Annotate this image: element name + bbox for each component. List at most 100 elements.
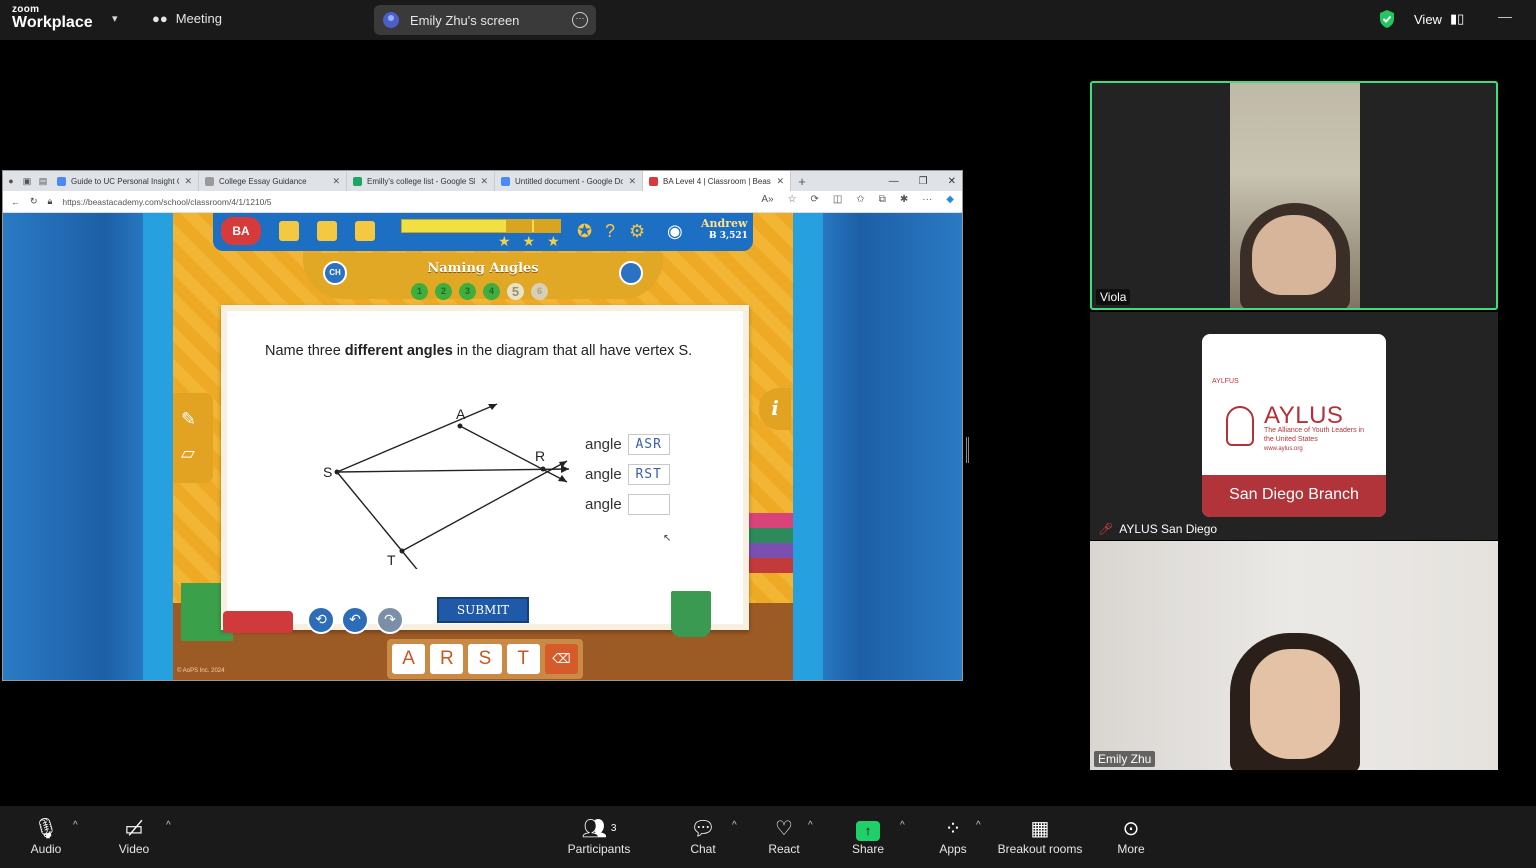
mug-decoration — [671, 591, 711, 637]
video-icon[interactable] — [355, 221, 375, 241]
problem-card: Name three different angles in the diagr… — [221, 305, 749, 630]
beast-academy-game: BA ★★★ ✪ ? ⚙ ◉ Andrew Ƀ 3,521 CH Naming … — [173, 213, 793, 680]
back-icon[interactable]: ← — [11, 197, 20, 207]
undo-icon[interactable]: ↶ — [341, 606, 369, 634]
close-tab-icon[interactable]: ✕ — [776, 176, 784, 187]
react-options-caret-icon[interactable]: ^ — [808, 820, 813, 831]
favicon-icon — [205, 176, 214, 186]
tab-actions-icon[interactable]: ▤ — [35, 171, 51, 191]
answer-input[interactable] — [627, 494, 670, 515]
video-tile-aylus[interactable]: AYLFUS AYLUS The Alliance of Youth Leade… — [1090, 312, 1498, 540]
new-tab-icon[interactable]: + — [791, 171, 813, 191]
url-field[interactable]: https://beastacademy.com/school/classroo… — [62, 197, 271, 207]
close-tab-icon[interactable]: ✕ — [480, 176, 488, 187]
key-s[interactable]: S — [468, 644, 502, 674]
layout-icon: ▮▯ — [1449, 11, 1465, 26]
refresh-icon[interactable]: ↻ — [30, 196, 38, 207]
profile-icon[interactable]: ● — [3, 171, 19, 191]
favorites-icon[interactable]: ✩ — [856, 194, 864, 205]
browser-tab[interactable]: Emilly's college list - Google She ✕ — [347, 171, 495, 191]
favicon-icon — [57, 176, 66, 186]
redo-icon[interactable]: ↷ — [376, 606, 404, 634]
panel-splitter-handle[interactable] — [966, 437, 969, 463]
app-menu-chevron-icon[interactable]: ▾ — [112, 12, 118, 25]
participants-button[interactable]: 👥︎ 3 Participants — [559, 816, 639, 856]
browser-tab[interactable]: Guide to UC Personal Insight Qu ✕ — [51, 171, 199, 191]
menu-dots-icon[interactable]: ··· — [922, 194, 932, 205]
ba-logo[interactable]: BA — [221, 217, 261, 245]
drawing-tools[interactable]: ✎ ▱ — [173, 393, 213, 483]
lesson-title: Naming Angles — [427, 261, 539, 276]
read-aloud-icon[interactable]: A» — [761, 194, 773, 205]
awards-icon[interactable]: ✪ — [577, 221, 592, 242]
eraser-icon[interactable]: ▱ — [181, 443, 195, 464]
problem-dot[interactable]: 6 — [531, 283, 548, 300]
collections-icon[interactable]: ⧉ — [879, 194, 886, 205]
close-tab-icon[interactable]: ✕ — [628, 176, 636, 187]
answer-row: angle — [585, 494, 670, 515]
breakout-rooms-button[interactable]: ▦ Breakout rooms — [990, 816, 1090, 856]
screen-share-indicator[interactable]: Emily Zhu's screen ··· — [374, 5, 596, 35]
video-off-icon: ▭̸ — [124, 818, 144, 840]
problem-dot[interactable]: 4 — [483, 283, 500, 300]
video-button[interactable]: ▭̸ Video — [94, 816, 174, 856]
audio-options-caret-icon[interactable]: ^ — [73, 820, 78, 831]
browser-tab-bar: ● ▣ ▤ Guide to UC Personal Insight Qu ✕ … — [3, 171, 962, 191]
problem-dot-current[interactable]: 5 — [507, 283, 524, 300]
window-close-icon[interactable]: ✕ — [948, 176, 956, 187]
key-r[interactable]: R — [430, 644, 464, 674]
submit-button[interactable]: SUBMIT — [437, 597, 529, 623]
home-icon[interactable] — [279, 221, 299, 241]
browser-tab-active[interactable]: BA Level 4 | Classroom | Beast A ✕ — [643, 171, 791, 191]
problem-dot[interactable]: 2 — [435, 283, 452, 300]
more-button[interactable]: ⊙ More — [1091, 816, 1171, 856]
help-icon[interactable]: ? — [605, 221, 615, 242]
favicon-icon — [649, 176, 658, 186]
minimize-icon[interactable]: — — [1498, 8, 1512, 24]
video-tile-emily[interactable]: Emily Zhu — [1090, 541, 1498, 770]
user-info[interactable]: Andrew Ƀ 3,521 — [701, 217, 748, 243]
workspaces-icon[interactable]: ▣ — [19, 171, 35, 191]
close-tab-icon[interactable]: ✕ — [332, 176, 340, 187]
window-minimize-icon[interactable]: — — [889, 176, 899, 187]
point-label-s: S — [323, 464, 332, 480]
answer-input[interactable]: ASR — [627, 434, 670, 455]
encryption-shield-icon[interactable] — [1378, 9, 1396, 29]
key-t[interactable]: T — [506, 644, 540, 674]
problem-dot[interactable]: 1 — [411, 283, 428, 300]
answer-input[interactable]: RST — [627, 464, 670, 485]
video-tile-viola[interactable]: Viola — [1090, 81, 1498, 310]
share-button[interactable]: ↑ Share — [828, 816, 908, 856]
window-restore-icon[interactable]: ❐ — [919, 176, 928, 187]
view-button[interactable]: View ▮▯ — [1414, 11, 1464, 27]
share-options-caret-icon[interactable]: ^ — [900, 820, 905, 831]
avatar-icon[interactable]: ◉ — [667, 221, 683, 242]
browser-tab[interactable]: College Essay Guidance ✕ — [199, 171, 347, 191]
point-label-r: R — [535, 448, 545, 464]
apps-options-caret-icon[interactable]: ^ — [976, 820, 981, 831]
video-options-caret-icon[interactable]: ^ — [166, 820, 171, 831]
guide-book-icon[interactable] — [317, 221, 337, 241]
problem-dot[interactable]: 3 — [459, 283, 476, 300]
extension-icon[interactable]: ✱ — [900, 194, 908, 205]
chat-options-caret-icon[interactable]: ^ — [732, 820, 737, 831]
chat-button[interactable]: 💬︎ Chat — [663, 816, 743, 856]
settings-gear-icon[interactable]: ⚙ — [629, 221, 645, 242]
backspace-key-icon[interactable]: ⌫ — [544, 644, 579, 674]
favorite-star-icon[interactable]: ☆ — [788, 194, 797, 205]
apps-button[interactable]: ⁘ Apps — [913, 816, 993, 856]
key-a[interactable]: A — [392, 644, 426, 674]
sync-icon[interactable]: ⟳ — [811, 194, 819, 205]
reset-icon[interactable]: ⟲ — [307, 606, 335, 634]
pencil-icon[interactable]: ✎ — [181, 409, 196, 430]
split-screen-icon[interactable]: ◫ — [833, 194, 842, 205]
meeting-button[interactable]: ●● Meeting — [152, 11, 222, 26]
browser-tab[interactable]: Untitled document - Google Doc ✕ — [495, 171, 643, 191]
info-button[interactable]: i — [759, 388, 791, 430]
more-options-icon[interactable]: ··· — [572, 12, 588, 28]
shared-screen-browser: ● ▣ ▤ Guide to UC Personal Insight Qu ✕ … — [2, 170, 963, 681]
close-tab-icon[interactable]: ✕ — [184, 176, 192, 187]
web-page: BA ★★★ ✪ ? ⚙ ◉ Andrew Ƀ 3,521 CH Naming … — [3, 213, 962, 680]
copilot-icon[interactable]: ◆ — [946, 194, 954, 205]
game-nav-bar: BA ★★★ ✪ ? ⚙ ◉ Andrew Ƀ 3,521 — [213, 213, 753, 251]
